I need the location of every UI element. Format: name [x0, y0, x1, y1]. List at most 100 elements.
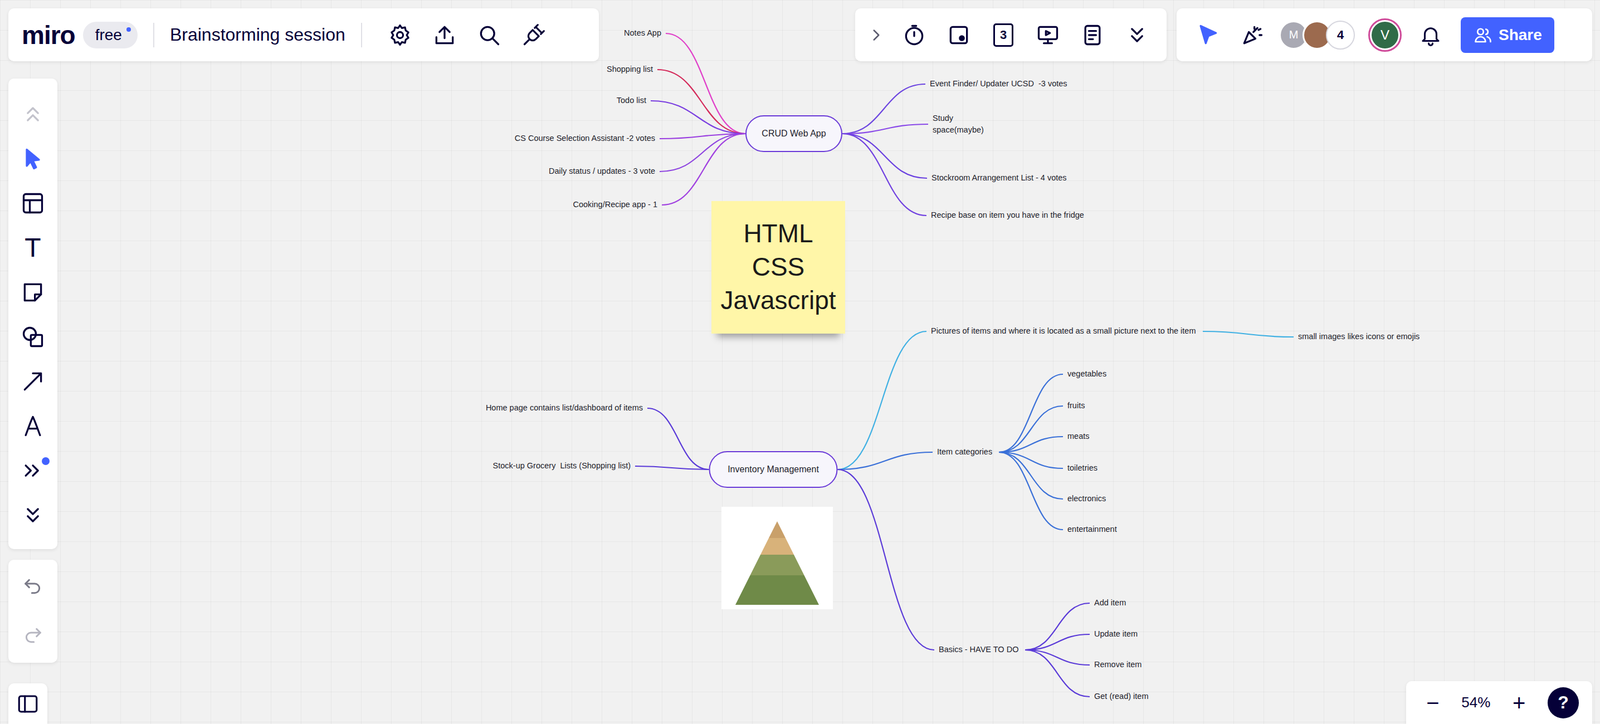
mind-map-node[interactable]: Pictures of items and where it is locate…	[930, 325, 1197, 338]
mind-map-node[interactable]: vegetables	[1067, 368, 1107, 380]
miro-logo[interactable]: miro	[21, 20, 76, 51]
mind-map-root[interactable]: CRUD Web App	[745, 115, 843, 153]
bell-icon[interactable]	[1418, 23, 1443, 47]
plan-badge[interactable]: free	[83, 21, 138, 49]
people-icon[interactable]	[1472, 25, 1494, 46]
mind-map-node[interactable]: Update item	[1094, 628, 1138, 641]
branch-line	[842, 133, 928, 179]
mind-map-node[interactable]: Stockroom Arrangement List - 4 votes	[931, 172, 1068, 184]
mind-map-node[interactable]: Event Finder/ Updater UCSD -3 votes	[929, 77, 1068, 90]
redo-button[interactable]	[8, 611, 58, 661]
mind-map-node[interactable]: Item categories	[937, 446, 993, 458]
help-button[interactable]: ?	[1547, 687, 1579, 719]
mind-map-node[interactable]: Basics - HAVE TO DO	[938, 644, 1019, 656]
text-icon[interactable]: T	[24, 234, 41, 262]
timer-button[interactable]	[891, 18, 937, 52]
present-button[interactable]	[1025, 18, 1071, 52]
mind-map-node[interactable]: toiletries	[1067, 462, 1098, 475]
cards-button[interactable]	[936, 18, 982, 52]
avatar-group[interactable]: M 4	[1279, 20, 1355, 50]
zoom-out-button[interactable]: −	[1421, 691, 1445, 715]
redo-icon[interactable]	[21, 624, 45, 647]
pen-tool[interactable]	[8, 403, 58, 449]
apps-button[interactable]	[511, 18, 556, 52]
pen-icon[interactable]	[20, 413, 46, 439]
mind-map-root[interactable]: Inventory Management	[709, 451, 838, 489]
mind-map-node[interactable]: meats	[1067, 430, 1090, 443]
export-icon[interactable]	[432, 22, 457, 48]
notes-button[interactable]	[1070, 18, 1115, 52]
board-title[interactable]: Brainstorming session	[169, 24, 346, 46]
shapes-tool[interactable]	[8, 314, 58, 360]
settings-button[interactable]	[377, 18, 423, 52]
collapse-icon[interactable]	[20, 101, 46, 127]
timer-icon[interactable]	[901, 22, 927, 48]
mind-map-node[interactable]: entertainment	[1067, 523, 1117, 536]
sticky-tool[interactable]	[8, 270, 58, 315]
settings-icon[interactable]	[387, 22, 413, 48]
select-tool[interactable]	[8, 136, 58, 182]
counter-icon[interactable]: 3	[993, 23, 1014, 47]
confetti-icon[interactable]	[1240, 22, 1265, 48]
frames-panel-toggle[interactable]	[8, 683, 48, 724]
cards-icon[interactable]	[946, 22, 972, 48]
cursor-icon[interactable]	[1195, 22, 1221, 48]
collapse-tool[interactable]	[8, 91, 58, 137]
export-button[interactable]	[422, 18, 467, 52]
toggle-button[interactable]	[860, 18, 892, 52]
board-canvas[interactable]: CRUD Web App Notes App Shopping list Todo …	[0, 0, 1600, 724]
share-button[interactable]: Share	[1460, 17, 1555, 53]
mind-map-node[interactable]: Get (read) item	[1094, 690, 1149, 703]
search-button[interactable]	[466, 18, 512, 52]
undo-button[interactable]	[8, 562, 58, 612]
mind-map-node[interactable]: Recipe base on item you have in the frid…	[930, 209, 1085, 222]
mind-map-node[interactable]: Add item	[1094, 597, 1126, 609]
mind-map-node[interactable]: fruits	[1067, 400, 1085, 412]
mind-map-node[interactable]: Home page contains list/dashboard of ite…	[485, 402, 643, 414]
notifications-button[interactable]	[1408, 18, 1453, 52]
mind-map-node[interactable]: Cooking/Recipe app - 1	[572, 198, 658, 211]
reactions-button[interactable]	[1230, 18, 1275, 52]
frame-icon[interactable]	[20, 191, 46, 216]
expand-icon[interactable]	[1124, 22, 1150, 48]
toggle-icon[interactable]	[866, 25, 886, 45]
zoom-level[interactable]: 54%	[1461, 694, 1491, 712]
mind-map-node[interactable]: Notes App	[623, 27, 662, 39]
notes-icon[interactable]	[1080, 22, 1105, 48]
sidebar-icon[interactable]	[16, 692, 40, 716]
mind-map-node[interactable]: Remove item	[1094, 659, 1142, 671]
current-user-avatar[interactable]: V	[1368, 18, 1402, 52]
branch-line	[842, 124, 929, 134]
text-tool[interactable]: T	[8, 225, 58, 271]
frame-tool[interactable]	[8, 181, 58, 226]
mind-map-node[interactable]: Todo list	[616, 94, 647, 107]
apps-icon[interactable]	[521, 22, 546, 48]
present-icon[interactable]	[1035, 22, 1061, 48]
undo-icon[interactable]	[21, 575, 45, 598]
connector-icon[interactable]	[20, 369, 46, 394]
mind-map-node[interactable]: CS Course Selection Assistant -2 votes	[514, 132, 656, 145]
collaboration-toolbar: 3	[855, 8, 1167, 62]
mind-map-node[interactable]: Daily status / updates - 3 vote	[548, 165, 656, 178]
mind-map-node[interactable]: electronics	[1067, 493, 1106, 505]
shapes-icon[interactable]	[20, 324, 46, 350]
select-icon[interactable]	[20, 146, 46, 172]
people-count[interactable]: 4	[1325, 20, 1355, 50]
expand-tool[interactable]	[8, 493, 58, 538]
search-icon[interactable]	[476, 22, 502, 48]
expand-button[interactable]	[1114, 18, 1160, 52]
cursor-button[interactable]	[1185, 18, 1231, 52]
sticky-note[interactable]: HTMLCSSJavascript	[711, 201, 846, 334]
mind-map-node[interactable]: Stock-up Grocery Lists (Shopping list)	[493, 460, 631, 472]
counter-button[interactable]: 3	[981, 18, 1026, 52]
expand-icon[interactable]	[20, 503, 46, 528]
sticky-text: HTML	[743, 217, 813, 251]
connector-tool[interactable]	[8, 359, 58, 404]
sticky-icon[interactable]	[20, 280, 46, 305]
more-tool[interactable]	[8, 448, 58, 494]
mind-map-node[interactable]: small images likes icons or emojis	[1298, 330, 1420, 343]
mind-map-node[interactable]: Shopping list	[606, 63, 653, 76]
pyramid-image[interactable]	[721, 506, 833, 610]
zoom-in-button[interactable]: +	[1508, 691, 1531, 715]
mind-map-node[interactable]: Study space(maybe)	[932, 112, 995, 136]
